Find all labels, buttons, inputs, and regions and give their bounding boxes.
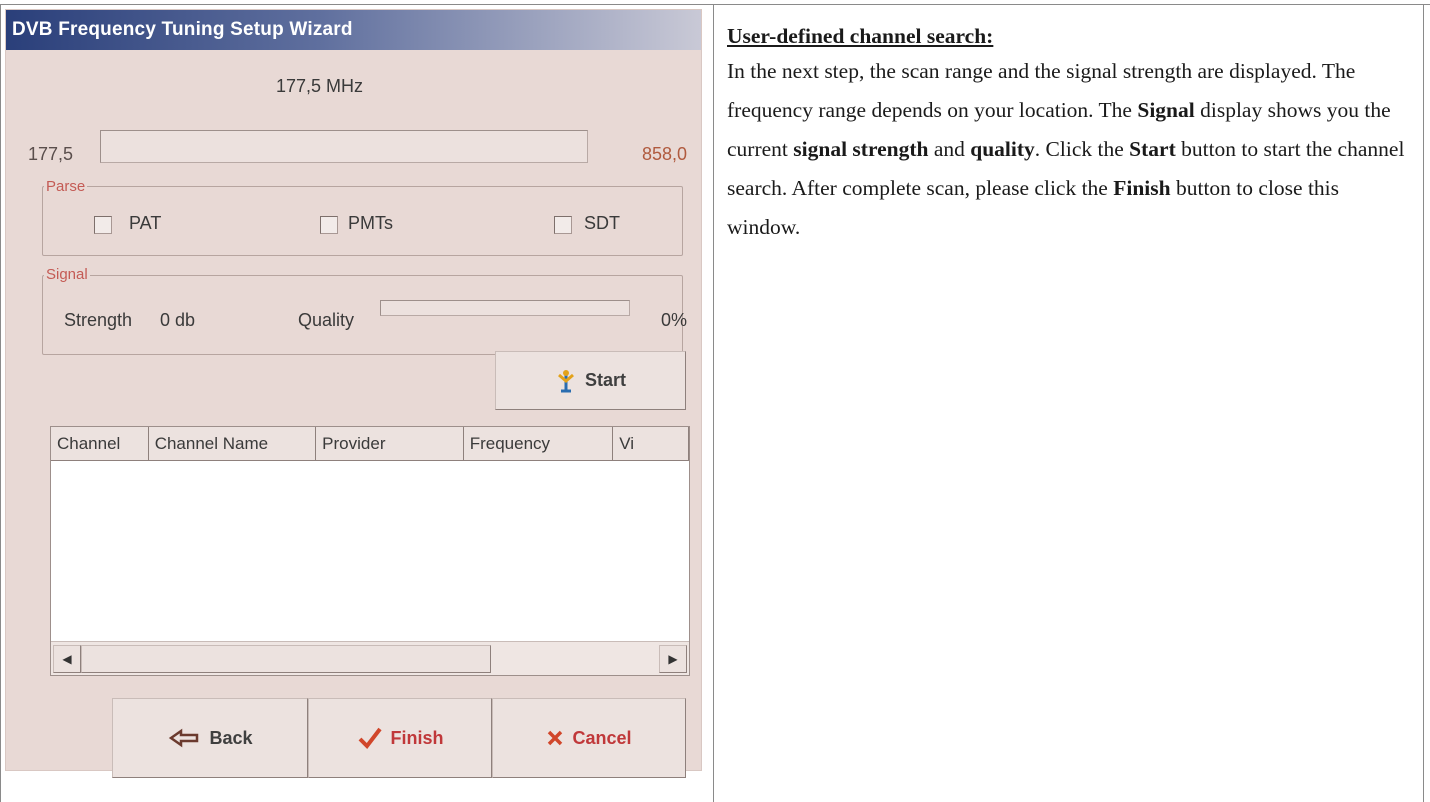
antenna-icon <box>558 369 574 392</box>
channel-list-body <box>51 461 689 641</box>
window-title: DVB Frequency Tuning Setup Wizard <box>6 10 701 50</box>
column-header-frequency[interactable]: Frequency <box>463 427 614 461</box>
cancel-button[interactable]: Cancel <box>492 698 686 778</box>
quality-meter <box>380 300 630 316</box>
instructions-panel: User-defined channel search: In the next… <box>727 12 1417 247</box>
horizontal-scrollbar[interactable]: ◀ ▶ <box>51 641 689 675</box>
instructions-text-part: . Click the <box>1034 137 1130 161</box>
signal-group-label: Signal <box>44 266 90 283</box>
scroll-left-arrow-icon[interactable]: ◀ <box>53 645 81 673</box>
parse-group-label: Parse <box>44 178 88 195</box>
back-button[interactable]: Back <box>112 698 308 778</box>
back-arrow-icon <box>169 728 199 748</box>
instructions-text-part: and <box>928 137 971 161</box>
pat-checkbox[interactable] <box>94 216 112 234</box>
column-header-provider[interactable]: Provider <box>316 427 464 461</box>
pmts-checkbox[interactable] <box>320 216 338 234</box>
current-frequency: 177,5 MHz <box>276 76 364 96</box>
table-right-border <box>1423 4 1424 802</box>
finish-button-label: Finish <box>390 727 444 748</box>
quality-value: 0% <box>661 310 688 330</box>
table-top-border <box>0 4 1430 5</box>
instructions-bold-start: Start <box>1129 137 1176 161</box>
start-button-label: Start <box>584 370 626 390</box>
cancel-button-label: Cancel <box>572 727 632 748</box>
scrollbar-thumb[interactable] <box>81 645 491 673</box>
instructions-bold-signal-strength: signal strength <box>793 137 929 161</box>
close-icon <box>548 730 563 746</box>
instructions-bold-signal: Signal <box>1137 98 1195 122</box>
sdt-checkbox-label: SDT <box>584 213 620 233</box>
start-button[interactable]: Start <box>495 351 686 410</box>
finish-button[interactable]: Finish <box>308 698 492 778</box>
frequency-range-max: 858,0 <box>642 144 688 164</box>
column-header-channel[interactable]: Channel <box>51 427 149 461</box>
back-button-label: Back <box>209 727 253 748</box>
tuning-wizard-window: DVB Frequency Tuning Setup Wizard 177,5 … <box>5 9 702 778</box>
checkmark-icon <box>358 727 382 750</box>
instructions-text: In the next step, the scan range and the… <box>727 52 1417 247</box>
quality-label: Quality <box>298 310 355 330</box>
strength-label: Strength <box>64 310 133 330</box>
scroll-right-arrow-icon[interactable]: ▶ <box>659 645 687 673</box>
channel-list-header: Channel Channel Name Provider Frequency … <box>51 427 689 461</box>
table-middle-border <box>713 4 714 802</box>
strength-value: 0 db <box>160 310 196 330</box>
column-header-channel-name[interactable]: Channel Name <box>148 427 317 461</box>
pmts-checkbox-label: PMTs <box>348 213 393 233</box>
sdt-checkbox[interactable] <box>554 216 572 234</box>
section-heading: User-defined channel search: <box>727 24 994 48</box>
pat-checkbox-label: PAT <box>129 213 162 233</box>
table-left-border <box>0 4 1 802</box>
instructions-bold-finish: Finish <box>1113 176 1171 200</box>
channel-list[interactable]: Channel Channel Name Provider Frequency … <box>50 426 690 676</box>
frequency-progress-bar <box>100 130 588 163</box>
frequency-range-min: 177,5 <box>28 144 74 164</box>
instructions-bold-quality: quality <box>970 137 1035 161</box>
column-header-video[interactable]: Vi <box>613 427 689 461</box>
